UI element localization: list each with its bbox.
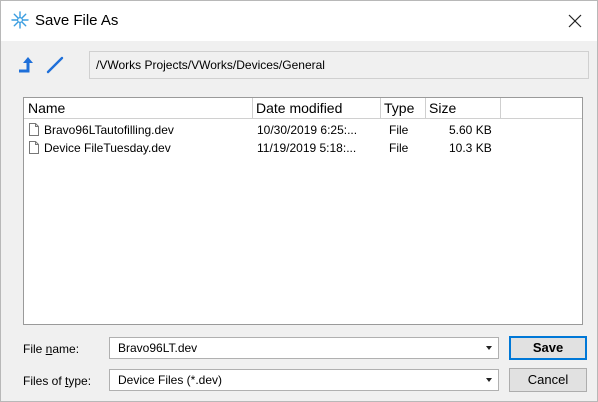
- file-icon: [29, 141, 39, 154]
- dropdown-arrow-icon[interactable]: [486, 345, 492, 351]
- up-folder-icon[interactable]: [15, 55, 35, 75]
- file-type-label: Files of type:: [23, 374, 92, 388]
- column-header-size[interactable]: Size: [429, 100, 456, 118]
- file-name-combo[interactable]: Bravo96LT.dev: [109, 337, 499, 359]
- window-title: Save File As: [35, 12, 119, 29]
- save-file-dialog: Save File As /VWorks Projects/VWorks/Dev…: [0, 0, 598, 402]
- file-size: 10.3 KB: [449, 141, 492, 155]
- file-type: File: [389, 141, 409, 155]
- app-icon: [11, 11, 29, 29]
- column-header-name[interactable]: Name: [28, 100, 65, 118]
- file-name-value: Bravo96LT.dev: [118, 341, 198, 355]
- new-folder-icon[interactable]: [45, 55, 65, 75]
- file-list[interactable]: Name Date modified Type Size Bravo96LTau…: [23, 97, 583, 325]
- file-icon: [29, 123, 39, 136]
- file-name: Device FileTuesday.dev: [44, 141, 171, 155]
- column-separator[interactable]: [500, 98, 501, 118]
- list-header: Name Date modified Type Size: [24, 98, 582, 119]
- path-display: /VWorks Projects/VWorks/Devices/General: [89, 51, 589, 79]
- list-item[interactable]: Bravo96LTautofilling.dev 10/30/2019 6:25…: [24, 122, 582, 138]
- file-type: File: [389, 123, 409, 137]
- file-type-value: Device Files (*.dev): [118, 373, 223, 387]
- column-header-date[interactable]: Date modified: [256, 100, 342, 118]
- dropdown-arrow-icon[interactable]: [486, 377, 492, 383]
- file-name: Bravo96LTautofilling.dev: [44, 123, 174, 137]
- file-date: 10/30/2019 6:25:...: [257, 123, 358, 137]
- close-icon: [568, 14, 582, 28]
- column-separator[interactable]: [252, 98, 253, 118]
- file-date: 11/19/2019 5:18:...: [257, 141, 357, 155]
- file-size: 5.60 KB: [449, 123, 492, 137]
- list-item[interactable]: Device FileTuesday.dev 11/19/2019 5:18:.…: [24, 140, 582, 156]
- title-bar: Save File As: [1, 1, 597, 41]
- cancel-button[interactable]: Cancel: [509, 368, 587, 392]
- file-name-label: File name:: [23, 342, 80, 356]
- column-separator[interactable]: [425, 98, 426, 118]
- save-button[interactable]: Save: [509, 336, 587, 360]
- column-header-type[interactable]: Type: [384, 100, 414, 118]
- file-type-select[interactable]: Device Files (*.dev): [109, 369, 499, 391]
- toolbar: /VWorks Projects/VWorks/Devices/General: [11, 49, 591, 81]
- column-separator[interactable]: [380, 98, 381, 118]
- close-button[interactable]: [553, 1, 597, 41]
